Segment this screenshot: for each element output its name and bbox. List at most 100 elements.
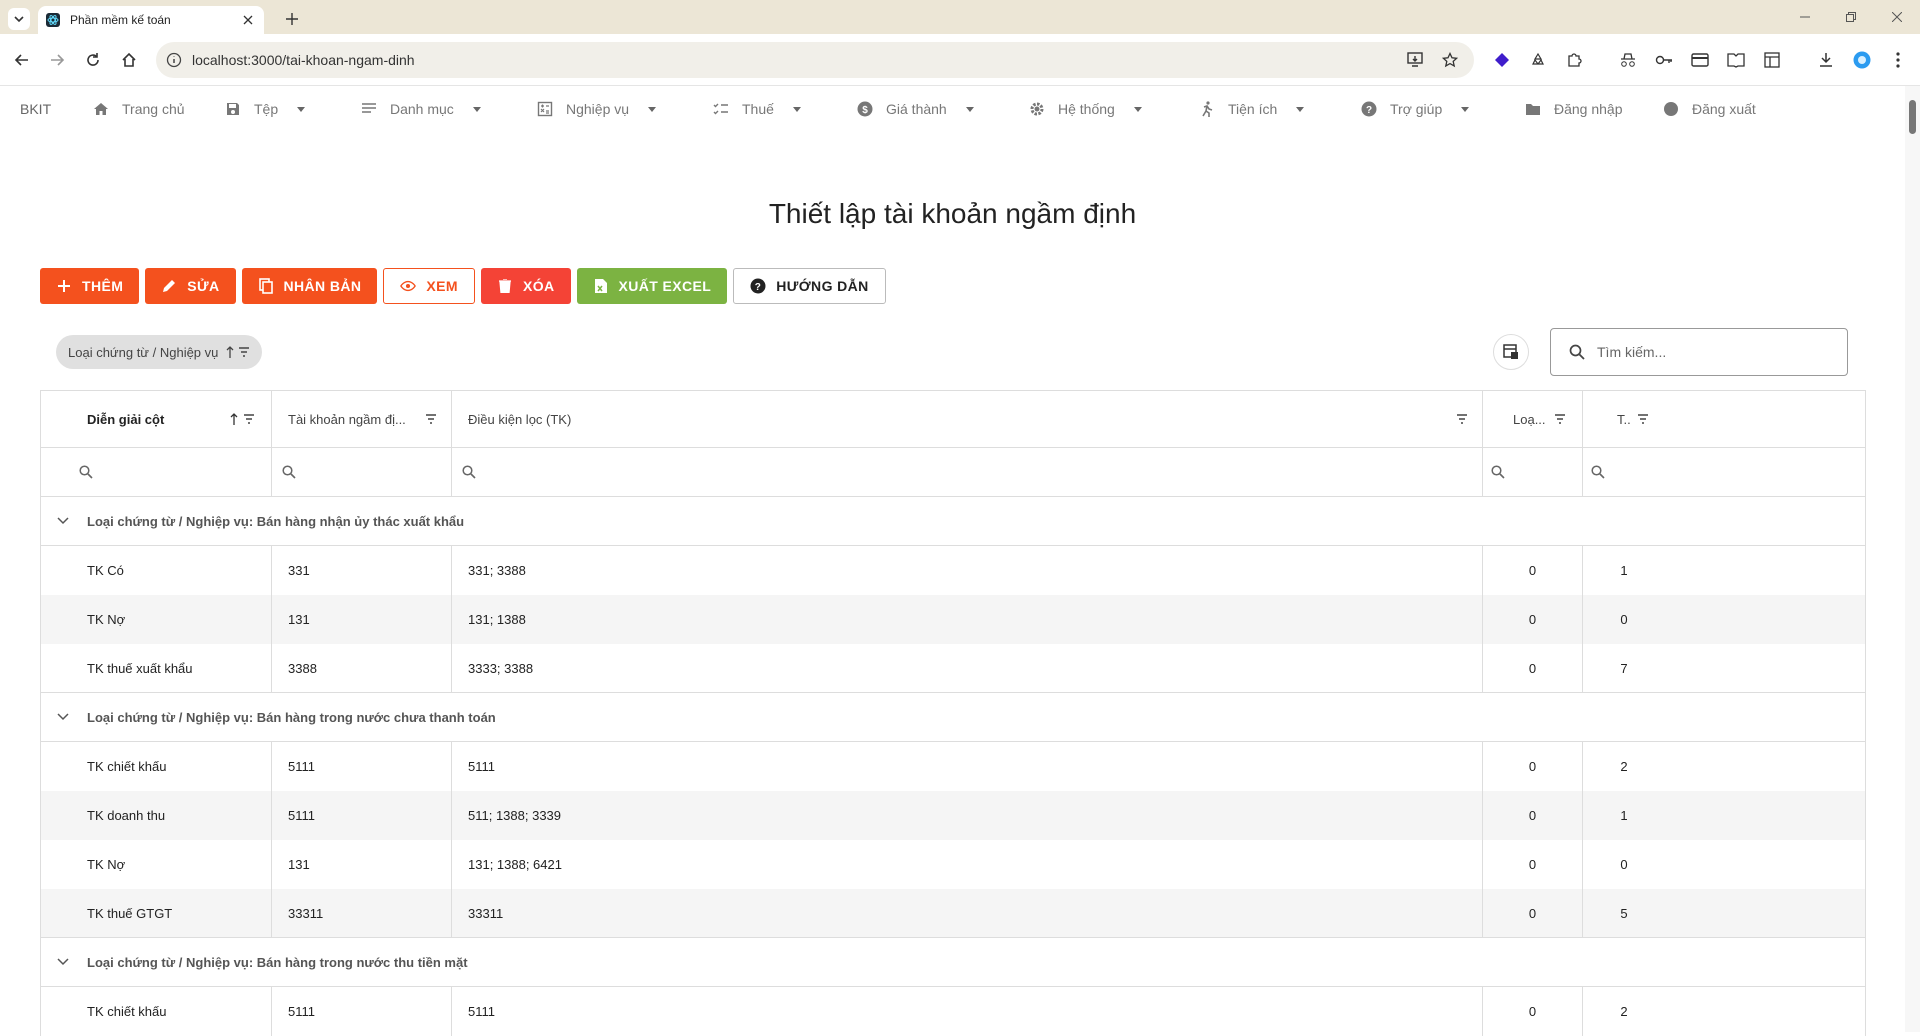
checklist-icon	[712, 100, 730, 118]
filter-lines-icon[interactable]	[238, 347, 250, 357]
extensions-puzzle-icon[interactable]	[1564, 50, 1584, 70]
group-row[interactable]: Loại chứng từ / Nghiệp vụ: Bán hàng nhận…	[41, 497, 1865, 546]
restore-button[interactable]	[1828, 0, 1874, 34]
nav-item-login[interactable]: Đăng nhập	[1524, 86, 1623, 132]
extension-recycle-icon[interactable]	[1528, 50, 1548, 70]
nav-item-system[interactable]: Hệ thống	[1028, 86, 1143, 132]
url-text: localhost:3000/tai-khoan-ngam-dinh	[192, 52, 415, 68]
column-filter-type[interactable]	[1483, 448, 1583, 496]
group-by-chip[interactable]: Loại chứng từ / Nghiệp vụ	[56, 335, 263, 369]
table-row[interactable]: TK Nợ 131 131; 1388; 6421 0 0	[41, 840, 1865, 889]
table-row[interactable]: TK chiết khấu 5111 5111 0 2	[41, 987, 1865, 1036]
install-app-icon[interactable]	[1406, 50, 1426, 70]
address-bar[interactable]: localhost:3000/tai-khoan-ngam-dinh	[156, 42, 1474, 78]
add-button[interactable]: THÊM	[40, 268, 140, 304]
edit-button[interactable]: SỬA	[145, 268, 236, 304]
nav-item-label: Giá thành	[886, 101, 947, 117]
filter-lines-icon[interactable]	[425, 414, 437, 424]
column-header-default-account[interactable]: Tài khoản ngầm đị...	[272, 391, 452, 447]
grid-header-row: Diễn giải cột Tài khoản ngầm đị... Điều …	[41, 391, 1865, 448]
back-button[interactable]	[10, 48, 34, 72]
column-header-filter-condition[interactable]: Điều kiện lọc (TK)	[452, 391, 1483, 447]
column-chooser-button[interactable]	[1493, 334, 1529, 370]
group-row[interactable]: Loại chứng từ / Nghiệp vụ: Bán hàng tron…	[41, 938, 1865, 987]
guide-button[interactable]: ? HƯỚNG DẪN	[733, 268, 886, 304]
table-row[interactable]: TK thuế xuất khẩu 3388 3333; 3388 0 7	[41, 644, 1865, 693]
nav-item-cost[interactable]: $ Giá thành	[856, 86, 975, 132]
column-filter-filter-condition[interactable]	[452, 448, 1483, 496]
table-row[interactable]: TK doanh thu 5111 511; 1388; 3339 0 1	[41, 791, 1865, 840]
filter-lines-icon[interactable]	[243, 414, 255, 424]
sort-asc-icon[interactable]	[226, 346, 234, 358]
new-tab-button[interactable]	[282, 9, 302, 29]
chevron-down-icon[interactable]	[53, 511, 73, 531]
nav-item-help[interactable]: ? Trợ giúp	[1360, 86, 1470, 132]
nav-item-utilities[interactable]: Tiện ích	[1198, 86, 1305, 132]
sort-asc-icon[interactable]	[230, 413, 238, 425]
minimize-button[interactable]	[1782, 0, 1828, 34]
search-field[interactable]	[1550, 328, 1848, 376]
menu-kebab-icon[interactable]	[1888, 50, 1908, 70]
filter-lines-icon[interactable]	[1456, 414, 1468, 424]
close-window-button[interactable]	[1874, 0, 1920, 34]
svg-text:?: ?	[755, 282, 762, 293]
duplicate-button[interactable]: NHÂN BẢN	[241, 268, 378, 304]
forward-button[interactable]	[45, 48, 69, 72]
payment-card-icon[interactable]	[1690, 50, 1710, 70]
arrow-left-icon	[14, 54, 28, 66]
reading-mode-icon[interactable]	[1726, 50, 1746, 70]
download-icon[interactable]	[1816, 50, 1836, 70]
table-row[interactable]: TK thuế GTGT 33311 33311 0 5	[41, 889, 1865, 938]
folder-icon	[1524, 100, 1542, 118]
incognito-icon[interactable]	[1618, 50, 1638, 70]
caret-down-icon	[1460, 104, 1470, 114]
page-scrollbar[interactable]	[1905, 86, 1920, 1032]
browser-tab[interactable]: Phần mềm kế toán	[38, 6, 264, 34]
column-header-type[interactable]: Loạ...	[1483, 391, 1583, 447]
nav-item-file[interactable]: Tệp	[224, 86, 306, 132]
chevron-down-icon[interactable]	[53, 707, 73, 727]
bookmark-star-icon[interactable]	[1440, 50, 1460, 70]
view-button[interactable]: XEM	[383, 268, 475, 304]
chevron-down-icon[interactable]	[53, 952, 73, 972]
reload-button[interactable]	[81, 48, 105, 72]
nav-item-logout[interactable]: Đăng xuất	[1662, 86, 1756, 132]
nav-item-label: Đăng nhập	[1554, 101, 1623, 117]
column-filter-default-account[interactable]	[272, 448, 452, 496]
nav-item-operations[interactable]: Nghiệp vụ	[536, 86, 657, 132]
filter-lines-icon[interactable]	[1554, 414, 1566, 424]
tab-search-button[interactable]	[8, 8, 30, 30]
plus-icon	[286, 13, 298, 25]
column-filter-description[interactable]	[41, 448, 272, 496]
react-favicon-icon	[46, 13, 60, 27]
nav-item-home[interactable]: Trang chủ	[92, 86, 185, 132]
table-row[interactable]: TK Nợ 131 131; 1388 0 0	[41, 595, 1865, 644]
caret-down-icon	[1295, 104, 1305, 114]
window-controls	[1782, 0, 1920, 34]
password-key-icon[interactable]	[1654, 50, 1674, 70]
save-icon	[224, 100, 242, 118]
export-excel-button[interactable]: XUẤT EXCEL	[576, 268, 728, 304]
nav-item-label: Danh mục	[390, 101, 454, 117]
table-row[interactable]: TK chiết khấu 5111 5111 0 2	[41, 742, 1865, 791]
calculator-icon	[536, 100, 554, 118]
nav-item-label: Trang chủ	[122, 101, 185, 117]
scrollbar-thumb[interactable]	[1909, 100, 1916, 134]
table-row[interactable]: TK Có 331 331; 3388 0 1	[41, 546, 1865, 595]
nav-item-catalog[interactable]: Danh mục	[360, 86, 482, 132]
group-row[interactable]: Loại chứng từ / Nghiệp vụ: Bán hàng tron…	[41, 693, 1865, 742]
search-icon	[1569, 344, 1585, 360]
delete-button[interactable]: XÓA	[480, 268, 571, 304]
filter-lines-icon[interactable]	[1637, 414, 1649, 424]
tab-close-icon[interactable]	[240, 12, 256, 28]
nav-item-tax[interactable]: Thuế	[712, 86, 802, 132]
tab-layout-icon[interactable]	[1762, 50, 1782, 70]
extension-cube-icon[interactable]	[1492, 50, 1512, 70]
column-filter-t[interactable]	[1583, 448, 1665, 496]
brand-logo[interactable]: BKIT	[20, 101, 51, 117]
home-button[interactable]	[117, 48, 141, 72]
column-header-t[interactable]: T..	[1583, 391, 1665, 447]
search-input[interactable]	[1597, 344, 1827, 360]
column-header-description[interactable]: Diễn giải cột	[41, 391, 272, 447]
profile-avatar-icon[interactable]	[1852, 50, 1872, 70]
